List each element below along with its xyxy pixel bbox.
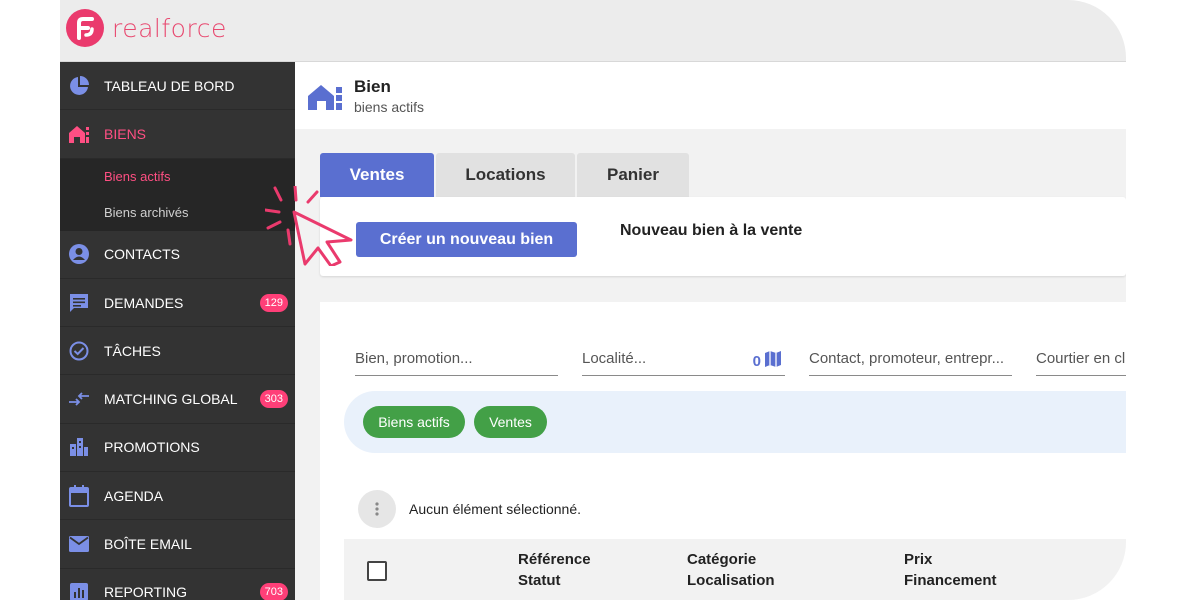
sidebar-subitem-biens-archives[interactable]: Biens archivés (60, 194, 295, 231)
filter-chip-biens-actifs[interactable]: Biens actifs (363, 406, 465, 438)
sidebar-item-label: MATCHING GLOBAL (104, 391, 238, 408)
count-badge: 303 (259, 390, 288, 409)
column-label: Catégorie (687, 551, 757, 568)
active-filters-bar: Biens actifs Ventes (344, 391, 1126, 453)
page-header: Bien biens actifs (295, 62, 1126, 129)
app-window: realforce TABLEAU DE BORD BIENS Biens ac… (60, 0, 1126, 600)
house-icon (308, 82, 344, 117)
swap-arrows-icon (68, 388, 90, 410)
card-label: Nouveau bien à la vente (620, 222, 803, 239)
calendar-icon (68, 484, 90, 507)
logo[interactable]: realforce (66, 9, 227, 47)
action-card: Créer un nouveau bien Nouveau bien à la … (320, 197, 1126, 276)
map-count: 0 (752, 352, 761, 370)
kebab-icon (375, 502, 379, 516)
sidebar-item-boite-email[interactable]: BOÎTE EMAIL (60, 520, 295, 569)
sidebar-item-demandes[interactable]: DEMANDES 129 (60, 279, 295, 328)
search-bien-placeholder: Bien, promotion... (355, 350, 473, 367)
sidebar-item-agenda[interactable]: AGENDA (60, 472, 295, 521)
tab-bar: Ventes Locations Panier (320, 153, 691, 197)
filter-chip-ventes[interactable]: Ventes (474, 406, 547, 438)
sidebar-item-label: PROMOTIONS (104, 439, 200, 456)
top-bar: realforce (60, 0, 1126, 62)
count-badge: 703 (259, 583, 288, 600)
page-subtitle: biens actifs (354, 99, 425, 115)
map-filter[interactable]: 0 (753, 350, 782, 372)
column-prix-financement[interactable]: Prix Financement (904, 549, 997, 591)
column-reference-statut[interactable]: Référence Statut (518, 549, 591, 591)
sidebar-item-label: AGENDA (104, 487, 164, 504)
page-title: Bien (354, 77, 391, 96)
sidebar-item-label: REPORTING (104, 584, 187, 600)
column-categorie-localisation[interactable]: Catégorie Localisation (687, 549, 775, 591)
sidebar-item-label: TÂCHES (104, 342, 161, 359)
search-contact-input[interactable]: Contact, promoteur, entrepr... (809, 350, 1012, 376)
search-localite-input[interactable]: Localité... 0 (582, 350, 785, 376)
select-all-checkbox[interactable] (367, 561, 387, 581)
pie-chart-icon (68, 75, 90, 97)
sidebar-item-label: BOÎTE EMAIL (104, 536, 192, 553)
sidebar-item-matching-global[interactable]: MATCHING GLOBAL 303 (60, 375, 295, 424)
table-header: Référence Statut Catégorie Localisation … (344, 539, 1126, 600)
check-circle-icon (68, 340, 90, 362)
mail-icon (68, 533, 90, 555)
sidebar-item-label: CONTACTS (104, 246, 180, 263)
person-icon (68, 243, 90, 265)
column-label: Localisation (687, 572, 775, 589)
map-icon (764, 350, 782, 372)
listing-panel: Bien, promotion... Localité... 0 Contact… (320, 302, 1126, 600)
sidebar-item-biens[interactable]: BIENS (60, 110, 295, 159)
sidebar: TABLEAU DE BORD BIENS Biens actifs Biens… (60, 62, 295, 600)
more-actions-button[interactable] (358, 490, 396, 528)
column-label: Statut (518, 572, 561, 589)
buildings-icon (68, 436, 90, 458)
search-bien-input[interactable]: Bien, promotion... (355, 350, 558, 376)
search-localite-placeholder: Localité... (582, 350, 647, 367)
logo-text: realforce (112, 13, 227, 43)
create-property-button[interactable]: Créer un nouveau bien (356, 222, 577, 257)
sidebar-item-tableau-de-bord[interactable]: TABLEAU DE BORD (60, 62, 295, 111)
message-icon (68, 292, 90, 314)
search-courtier-input[interactable]: Courtier en cl (1036, 350, 1126, 376)
sidebar-item-reporting[interactable]: REPORTING 703 (60, 569, 295, 600)
sidebar-item-taches[interactable]: TÂCHES (60, 327, 295, 376)
report-icon (68, 581, 90, 600)
realforce-logo-icon (66, 9, 104, 47)
search-contact-placeholder: Contact, promoteur, entrepr... (809, 350, 1005, 367)
tab-panier[interactable]: Panier (577, 153, 689, 197)
sidebar-subitem-biens-actifs[interactable]: Biens actifs (60, 158, 295, 195)
column-label: Prix (904, 551, 933, 568)
search-courtier-placeholder: Courtier en cl (1036, 350, 1126, 367)
main-content: Bien biens actifs Ventes Locations Panie… (295, 62, 1126, 600)
house-icon (68, 123, 90, 145)
count-badge: 129 (259, 293, 288, 312)
sidebar-item-label: BIENS (104, 125, 147, 142)
selection-row: Aucun élément sélectionné. (358, 490, 581, 528)
sidebar-item-contacts[interactable]: CONTACTS (60, 231, 295, 279)
click-cursor-annotation-icon (265, 186, 353, 266)
selection-status: Aucun élément sélectionné. (409, 501, 581, 517)
tab-locations[interactable]: Locations (436, 153, 575, 197)
column-label: Référence (518, 551, 591, 568)
sidebar-item-label: DEMANDES (104, 294, 184, 311)
sidebar-item-promotions[interactable]: PROMOTIONS (60, 424, 295, 473)
sidebar-item-label: TABLEAU DE BORD (104, 77, 235, 94)
column-label: Financement (904, 572, 997, 589)
